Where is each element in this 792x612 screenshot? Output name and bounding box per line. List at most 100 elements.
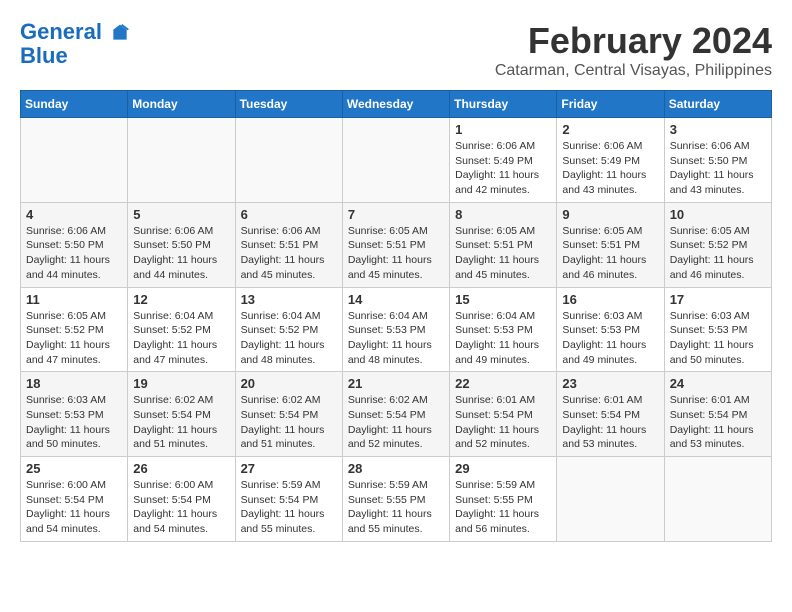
cell-text: Sunset: 5:50 PM — [133, 238, 229, 253]
cell-text: Sunset: 5:53 PM — [455, 323, 551, 338]
cell-text: Daylight: 11 hours and 53 minutes. — [670, 423, 766, 452]
cell-text: Sunrise: 6:06 AM — [455, 139, 551, 154]
cell-text: Daylight: 11 hours and 50 minutes. — [26, 423, 122, 452]
cell-text: Sunrise: 6:00 AM — [26, 478, 122, 493]
calendar-cell — [342, 118, 449, 203]
day-number: 26 — [133, 461, 229, 476]
cell-text: Sunrise: 6:05 AM — [562, 224, 658, 239]
calendar-cell — [235, 118, 342, 203]
cell-text: Sunrise: 6:05 AM — [455, 224, 551, 239]
cell-text: Daylight: 11 hours and 49 minutes. — [562, 338, 658, 367]
cell-text: Sunset: 5:54 PM — [562, 408, 658, 423]
day-number: 7 — [348, 207, 444, 222]
cell-text: Daylight: 11 hours and 54 minutes. — [26, 507, 122, 536]
cell-text: Sunset: 5:51 PM — [455, 238, 551, 253]
cell-text: Sunset: 5:54 PM — [348, 408, 444, 423]
day-number: 14 — [348, 292, 444, 307]
day-number: 20 — [241, 376, 337, 391]
cell-text: Sunrise: 6:05 AM — [670, 224, 766, 239]
day-number: 29 — [455, 461, 551, 476]
cell-text: Sunrise: 6:00 AM — [133, 478, 229, 493]
cell-text: Daylight: 11 hours and 52 minutes. — [348, 423, 444, 452]
day-number: 5 — [133, 207, 229, 222]
cell-text: Sunset: 5:53 PM — [26, 408, 122, 423]
logo: General Blue — [20, 20, 130, 68]
cell-text: Daylight: 11 hours and 45 minutes. — [241, 253, 337, 282]
cell-text: Sunset: 5:55 PM — [348, 493, 444, 508]
day-number: 1 — [455, 122, 551, 137]
cell-text: Sunrise: 6:06 AM — [26, 224, 122, 239]
cell-text: Sunrise: 6:05 AM — [26, 309, 122, 324]
day-number: 10 — [670, 207, 766, 222]
cell-text: Daylight: 11 hours and 46 minutes. — [670, 253, 766, 282]
cell-text: Daylight: 11 hours and 48 minutes. — [348, 338, 444, 367]
cell-text: Sunrise: 5:59 AM — [348, 478, 444, 493]
cell-text: Sunset: 5:54 PM — [133, 493, 229, 508]
cell-text: Daylight: 11 hours and 47 minutes. — [26, 338, 122, 367]
cell-text: Sunset: 5:51 PM — [348, 238, 444, 253]
cell-text: Daylight: 11 hours and 49 minutes. — [455, 338, 551, 367]
cell-text: Sunset: 5:54 PM — [670, 408, 766, 423]
cell-text: Sunset: 5:49 PM — [562, 154, 658, 169]
calendar-cell: 14Sunrise: 6:04 AMSunset: 5:53 PMDayligh… — [342, 287, 449, 372]
cell-text: Sunrise: 6:02 AM — [241, 393, 337, 408]
calendar-cell: 8Sunrise: 6:05 AMSunset: 5:51 PMDaylight… — [450, 202, 557, 287]
calendar-cell: 7 Sunrise: 6:05 AMSunset: 5:51 PMDaylight… — [342, 202, 449, 287]
cell-text: Sunset: 5:54 PM — [241, 408, 337, 423]
cell-text: Sunset: 5:52 PM — [670, 238, 766, 253]
calendar-cell: 1Sunrise: 6:06 AMSunset: 5:49 PMDaylight… — [450, 118, 557, 203]
cell-text: Daylight: 11 hours and 43 minutes. — [562, 168, 658, 197]
calendar-cell — [128, 118, 235, 203]
weekday-header-wednesday: Wednesday — [342, 91, 449, 118]
cell-text: Daylight: 11 hours and 47 minutes. — [133, 338, 229, 367]
cell-text: Sunrise: 6:03 AM — [670, 309, 766, 324]
cell-text: Daylight: 11 hours and 53 minutes. — [562, 423, 658, 452]
cell-text: Daylight: 11 hours and 43 minutes. — [670, 168, 766, 197]
title-block: February 2024 Catarman, Central Visayas,… — [495, 20, 772, 80]
calendar-cell: 6Sunrise: 6:06 AMSunset: 5:51 PMDaylight… — [235, 202, 342, 287]
cell-text: Daylight: 11 hours and 45 minutes. — [348, 253, 444, 282]
cell-text: Daylight: 11 hours and 51 minutes. — [241, 423, 337, 452]
day-number: 25 — [26, 461, 122, 476]
calendar-cell: 2Sunrise: 6:06 AMSunset: 5:49 PMDaylight… — [557, 118, 664, 203]
cell-text: Sunrise: 5:59 AM — [455, 478, 551, 493]
day-number: 4 — [26, 207, 122, 222]
calendar-cell: 4Sunrise: 6:06 AMSunset: 5:50 PMDaylight… — [21, 202, 128, 287]
cell-text: Sunrise: 6:06 AM — [670, 139, 766, 154]
cell-text: Sunset: 5:50 PM — [26, 238, 122, 253]
calendar-cell: 10 Sunrise: 6:05 AMSunset: 5:52 PMDayligh… — [664, 202, 771, 287]
cell-text: Daylight: 11 hours and 55 minutes. — [348, 507, 444, 536]
cell-text: Sunset: 5:54 PM — [26, 493, 122, 508]
location-title: Catarman, Central Visayas, Philippines — [495, 62, 772, 80]
cell-text: Sunrise: 6:04 AM — [241, 309, 337, 324]
day-number: 9 — [562, 207, 658, 222]
cell-text: Sunset: 5:49 PM — [455, 154, 551, 169]
calendar-cell: 15Sunrise: 6:04 AMSunset: 5:53 PMDayligh… — [450, 287, 557, 372]
day-number: 15 — [455, 292, 551, 307]
day-number: 23 — [562, 376, 658, 391]
calendar-week-row: 25Sunrise: 6:00 AMSunset: 5:54 PMDayligh… — [21, 457, 772, 542]
day-number: 21 — [348, 376, 444, 391]
calendar-cell: 28Sunrise: 5:59 AMSunset: 5:55 PMDayligh… — [342, 457, 449, 542]
cell-text: Sunrise: 6:05 AM — [348, 224, 444, 239]
day-number: 27 — [241, 461, 337, 476]
cell-text: Daylight: 11 hours and 44 minutes. — [133, 253, 229, 282]
day-number: 2 — [562, 122, 658, 137]
month-title: February 2024 — [495, 20, 772, 62]
calendar-week-row: 1Sunrise: 6:06 AMSunset: 5:49 PMDaylight… — [21, 118, 772, 203]
cell-text: Sunset: 5:54 PM — [455, 408, 551, 423]
calendar-cell: 22Sunrise: 6:01 AMSunset: 5:54 PMDayligh… — [450, 372, 557, 457]
cell-text: Daylight: 11 hours and 55 minutes. — [241, 507, 337, 536]
day-number: 6 — [241, 207, 337, 222]
cell-text: Daylight: 11 hours and 46 minutes. — [562, 253, 658, 282]
day-number: 18 — [26, 376, 122, 391]
cell-text: Sunrise: 6:06 AM — [133, 224, 229, 239]
day-number: 8 — [455, 207, 551, 222]
day-number: 12 — [133, 292, 229, 307]
cell-text: Sunset: 5:50 PM — [670, 154, 766, 169]
weekday-header-monday: Monday — [128, 91, 235, 118]
calendar-cell: 25 Sunrise: 6:00 AMSunset: 5:54 PMDayligh… — [21, 457, 128, 542]
cell-text: Daylight: 11 hours and 56 minutes. — [455, 507, 551, 536]
day-number: 19 — [133, 376, 229, 391]
weekday-header-tuesday: Tuesday — [235, 91, 342, 118]
